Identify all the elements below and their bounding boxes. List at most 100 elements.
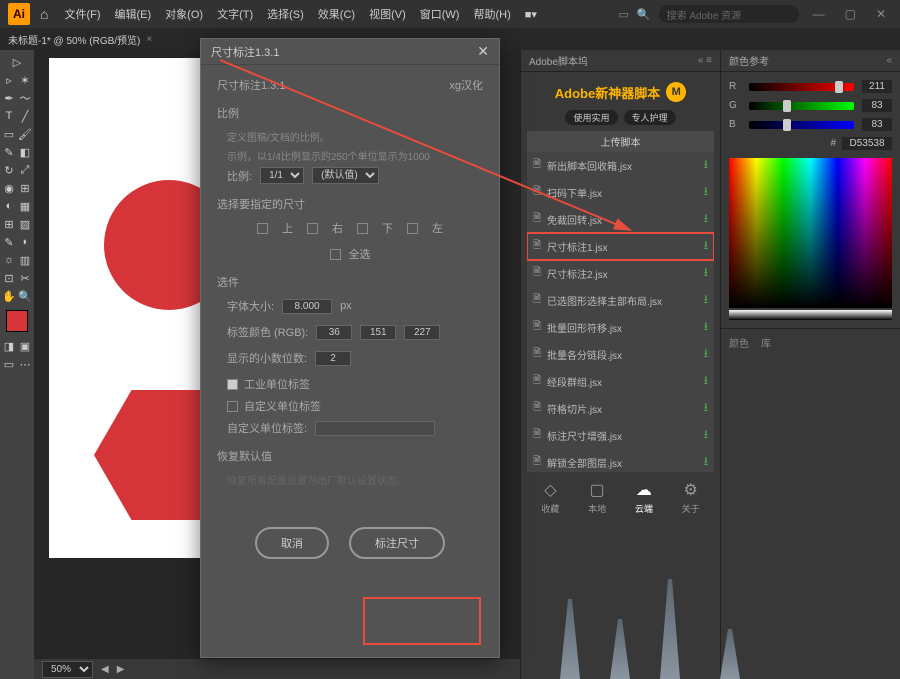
dialog-titlebar[interactable]: 尺寸标注1.3.1 ✕ xyxy=(201,39,499,65)
zoom-select[interactable]: 50% xyxy=(42,661,93,678)
nav-local[interactable]: ▢本地 xyxy=(588,480,606,515)
menu-file[interactable]: 文件(F) xyxy=(58,2,106,26)
color-spectrum[interactable] xyxy=(729,158,892,308)
script-item[interactable]: 🗎符格切片.jsx⭳ xyxy=(527,395,714,422)
script-item[interactable]: 🗎经段群组.jsx⭳ xyxy=(527,368,714,395)
tool-screen[interactable]: ▭ xyxy=(2,356,16,372)
search-input[interactable]: 搜索 Adobe 资源 xyxy=(659,5,799,23)
color-b-input[interactable] xyxy=(404,325,440,340)
tool-rotate[interactable]: ↻ xyxy=(2,162,16,178)
search-icon[interactable]: 🔍 xyxy=(637,8,651,21)
download-icon[interactable]: ⭳ xyxy=(704,155,708,176)
tool-perspective[interactable]: ▦ xyxy=(18,198,32,214)
script-item[interactable]: 🗎尺寸标注1.jsx⭳ xyxy=(527,233,714,260)
chk-industrial[interactable] xyxy=(227,379,238,390)
nav-about[interactable]: ⚙关于 xyxy=(682,480,700,515)
chk-top[interactable] xyxy=(257,223,268,234)
slider-r[interactable] xyxy=(749,83,854,91)
custom-unit-input[interactable] xyxy=(315,421,435,436)
tool-eraser[interactable]: ◧ xyxy=(18,144,32,160)
dialog-close-icon[interactable]: ✕ xyxy=(477,43,489,60)
color-strip[interactable] xyxy=(729,310,892,320)
menu-select[interactable]: 选择(S) xyxy=(261,2,310,26)
download-icon[interactable]: ⭳ xyxy=(704,263,708,284)
tool-artboard[interactable]: ⊡ xyxy=(2,270,16,286)
nav-cloud[interactable]: ☁云端 xyxy=(635,480,653,515)
chk-custom[interactable] xyxy=(227,401,238,412)
tool-shape-builder[interactable]: ◐ xyxy=(2,198,16,214)
download-icon[interactable]: ⭳ xyxy=(704,344,708,365)
tool-width[interactable]: ◉ xyxy=(2,180,16,196)
decimals-input[interactable] xyxy=(315,351,351,366)
tab-color[interactable]: 颜色 xyxy=(729,335,749,350)
chk-all[interactable] xyxy=(330,249,341,260)
download-icon[interactable]: ⭳ xyxy=(704,182,708,203)
tool-magic[interactable]: ✶ xyxy=(18,72,32,88)
tool-direct[interactable]: ▹ xyxy=(2,72,16,88)
panel-collapse-icon[interactable]: « ≡ xyxy=(698,55,712,66)
color-g-input[interactable] xyxy=(360,325,396,340)
script-item[interactable]: 🗎批量回形符移.jsx⭳ xyxy=(527,314,714,341)
slider-b[interactable] xyxy=(749,121,854,129)
tool-mesh[interactable]: ⊞ xyxy=(2,216,16,232)
menu-window[interactable]: 窗口(W) xyxy=(414,2,466,26)
menu-effect[interactable]: 效果(C) xyxy=(312,2,361,26)
script-item[interactable]: 🗎扫码下单.jsx⭳ xyxy=(527,179,714,206)
tool-eyedropper[interactable]: ✎ xyxy=(2,234,16,250)
chk-right[interactable] xyxy=(307,223,318,234)
tool-line[interactable]: ╱ xyxy=(18,108,32,124)
cancel-button[interactable]: 取消 xyxy=(255,527,329,559)
script-item[interactable]: 🗎解锁全部图层.jsx⭳ xyxy=(527,449,714,472)
tool-zoom[interactable]: 🔍 xyxy=(18,288,32,304)
menu-edit[interactable]: 编辑(E) xyxy=(109,2,158,26)
tool-blend[interactable]: ◗ xyxy=(18,234,32,250)
hex-value[interactable]: D53538 xyxy=(842,137,892,150)
tab-library[interactable]: 库 xyxy=(761,335,771,350)
max-icon[interactable]: ▢ xyxy=(839,7,862,21)
ok-button[interactable]: 标注尺寸 xyxy=(349,527,445,559)
download-icon[interactable]: ⭳ xyxy=(704,290,708,311)
scale-select[interactable]: 1/1 xyxy=(260,167,304,184)
color-r-input[interactable] xyxy=(316,325,352,340)
tool-pen[interactable]: ✒ xyxy=(2,90,16,106)
tool-curve[interactable]: 〜 xyxy=(18,90,32,106)
scripts-tab-upload[interactable]: 上传脚本 xyxy=(527,131,714,152)
menu-type[interactable]: 文字(T) xyxy=(211,2,259,26)
tool-more[interactable]: ⋯ xyxy=(18,356,32,372)
script-item[interactable]: 🗎已选图形选择主部布局.jsx⭳ xyxy=(527,287,714,314)
tool-shaper[interactable]: ✎ xyxy=(2,144,16,160)
home-icon[interactable]: ⌂ xyxy=(40,6,48,22)
chk-left[interactable] xyxy=(407,223,418,234)
menu-view[interactable]: 视图(V) xyxy=(363,2,412,26)
tool-symbol[interactable]: ☼ xyxy=(2,252,16,268)
download-icon[interactable]: ⭳ xyxy=(704,425,708,446)
panel-collapse-icon[interactable]: « xyxy=(886,55,892,66)
tool-slice[interactable]: ✂ xyxy=(18,270,32,286)
tool-brush[interactable]: 🖌 xyxy=(18,126,32,142)
value-g[interactable]: 83 xyxy=(862,99,892,112)
nav-prev-icon[interactable]: ◀ xyxy=(101,664,109,675)
tool-selection[interactable]: ▷ xyxy=(2,54,32,70)
tool-type[interactable]: T xyxy=(2,108,16,124)
scale-preset-select[interactable]: (默认值) xyxy=(312,167,379,184)
value-r[interactable]: 211 xyxy=(862,80,892,93)
value-b[interactable]: 83 xyxy=(862,118,892,131)
arrange-icon[interactable]: ▭ xyxy=(618,8,628,21)
download-icon[interactable]: ⭳ xyxy=(704,371,708,392)
tool-mode-2[interactable]: ▣ xyxy=(18,338,32,354)
tool-scale[interactable]: ⤢ xyxy=(18,162,32,178)
min-icon[interactable]: — xyxy=(807,7,831,21)
tool-rect[interactable]: ▭ xyxy=(2,126,16,142)
script-item[interactable]: 🗎新出脚本回收箱.jsx⭳ xyxy=(527,152,714,179)
script-item[interactable]: 🗎标注尺寸增强.jsx⭳ xyxy=(527,422,714,449)
font-size-input[interactable] xyxy=(282,299,332,314)
download-icon[interactable]: ⭳ xyxy=(704,236,708,257)
tool-free[interactable]: ⊞ xyxy=(18,180,32,196)
menu-object[interactable]: 对象(O) xyxy=(159,2,209,26)
tool-gradient[interactable]: ▨ xyxy=(18,216,32,232)
nav-next-icon[interactable]: ▶ xyxy=(117,664,125,675)
tab-close-icon[interactable]: × xyxy=(146,34,152,45)
download-icon[interactable]: ⭳ xyxy=(704,452,708,472)
tool-graph[interactable]: ▥ xyxy=(18,252,32,268)
close-icon[interactable]: ✕ xyxy=(870,7,892,21)
